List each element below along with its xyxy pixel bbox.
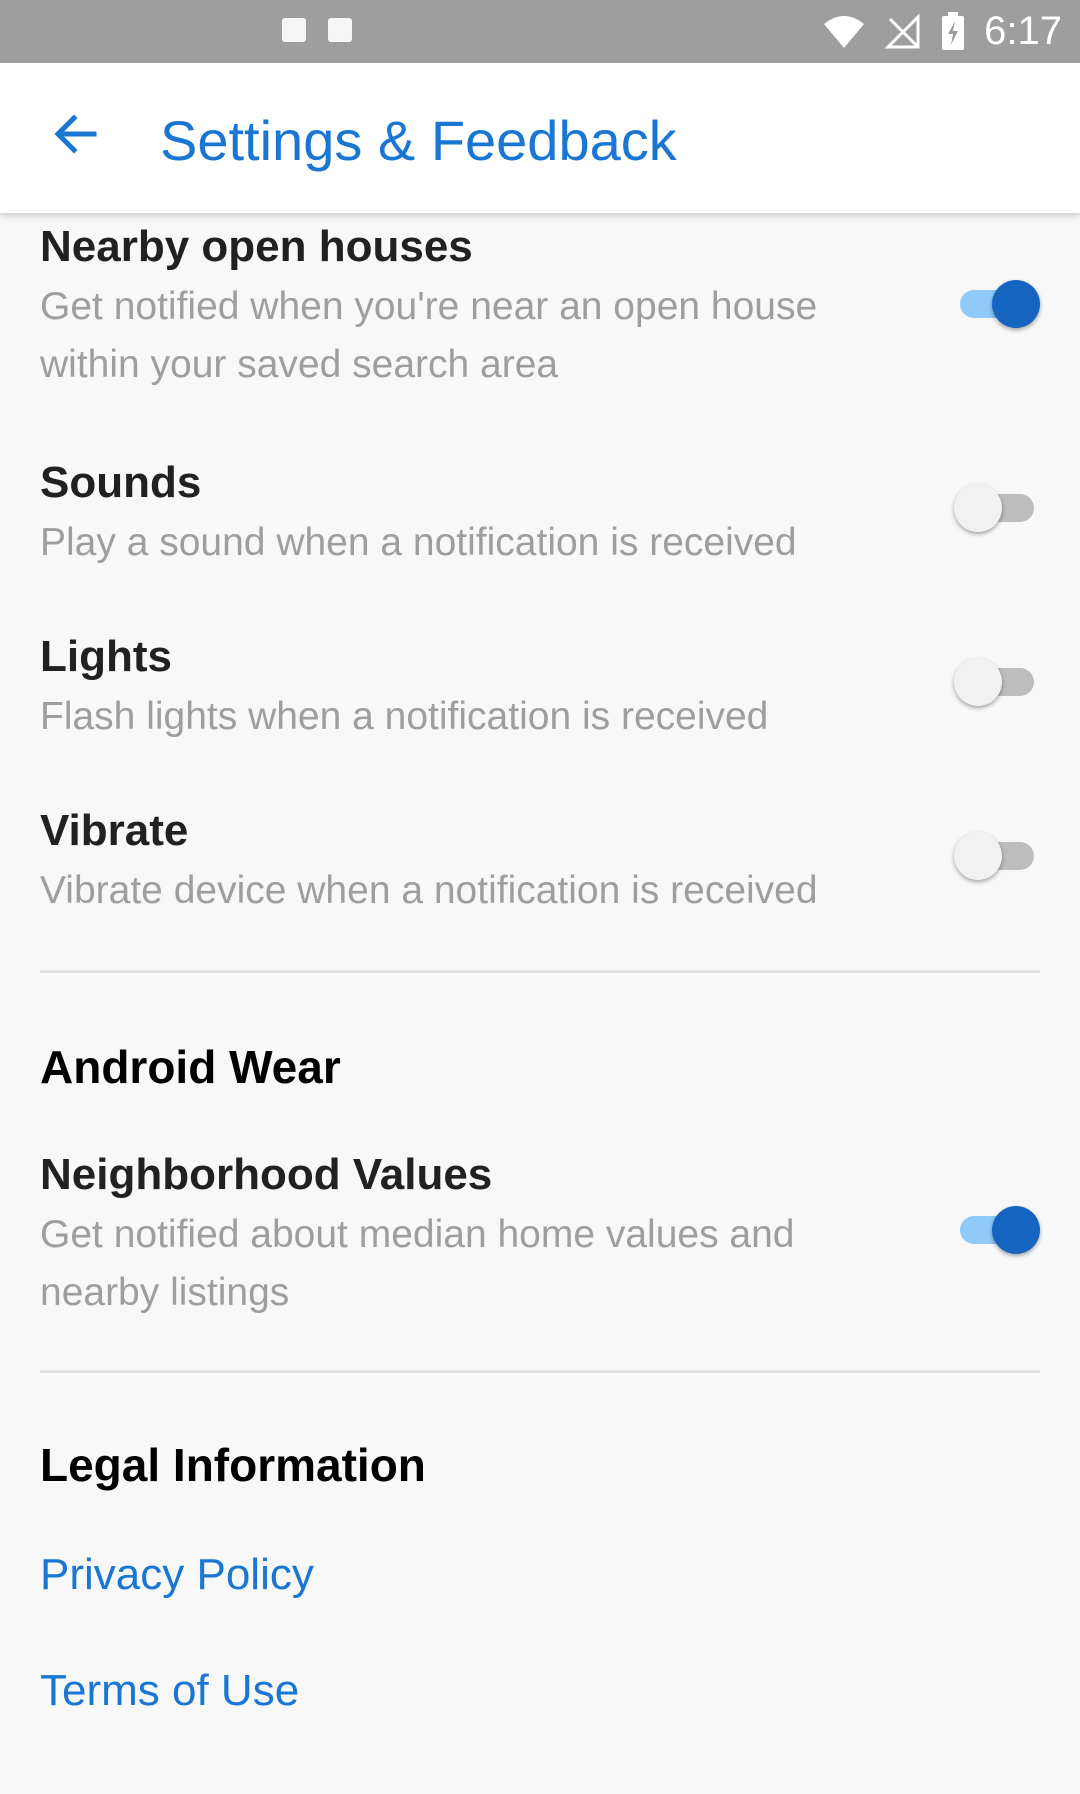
back-button[interactable]	[50, 108, 102, 160]
arrow-back-icon	[54, 114, 97, 154]
setting-title: Lights	[40, 632, 172, 681]
setting-neighborhood-values[interactable]: Neighborhood Values Get notified about m…	[40, 1150, 1040, 1322]
setting-title: Sounds	[40, 458, 202, 507]
setting-lights[interactable]: Lights Flash lights when a notification …	[40, 632, 1040, 746]
vibrate-switch[interactable]	[954, 830, 1040, 882]
setting-nearby-open-houses[interactable]: Nearby open houses Get notified when you…	[40, 222, 1040, 394]
setting-description: Vibrate device when a notification is re…	[40, 869, 818, 912]
setting-title: Vibrate	[40, 806, 189, 855]
setting-title: Neighborhood Values	[40, 1150, 493, 1199]
divider	[40, 1370, 1040, 1373]
page-title: Settings & Feedback	[160, 109, 677, 172]
divider	[40, 970, 1040, 973]
setting-vibrate[interactable]: Vibrate Vibrate device when a notificati…	[40, 806, 1040, 920]
wifi-icon	[824, 15, 865, 48]
nearby-open-houses-switch[interactable]	[954, 278, 1040, 330]
clock: 6:17	[984, 9, 1062, 53]
toolbar: Settings & Feedback	[0, 63, 1080, 213]
lights-switch[interactable]	[954, 656, 1040, 708]
sounds-switch[interactable]	[954, 482, 1040, 534]
setting-description: Get notified about median home values an…	[40, 1213, 795, 1314]
battery-charging-icon	[942, 11, 965, 50]
notification-icon-2	[328, 18, 352, 42]
setting-title: Nearby open houses	[40, 222, 473, 271]
section-header-legal: Legal Information	[40, 1439, 426, 1491]
neighborhood-values-switch[interactable]	[954, 1204, 1040, 1256]
section-header-android-wear: Android Wear	[40, 1041, 341, 1093]
setting-description: Flash lights when a notification is rece…	[40, 695, 769, 738]
notification-icon	[282, 18, 306, 42]
status-bar: 6:17	[0, 0, 1080, 63]
setting-description: Get notified when you're near an open ho…	[40, 285, 818, 386]
no-signal-icon	[884, 12, 920, 48]
terms-of-use-link[interactable]: Terms of Use	[40, 1666, 299, 1716]
privacy-policy-link[interactable]: Privacy Policy	[40, 1550, 314, 1600]
setting-sounds[interactable]: Sounds Play a sound when a notification …	[40, 458, 1040, 572]
setting-description: Play a sound when a notification is rece…	[40, 521, 797, 564]
